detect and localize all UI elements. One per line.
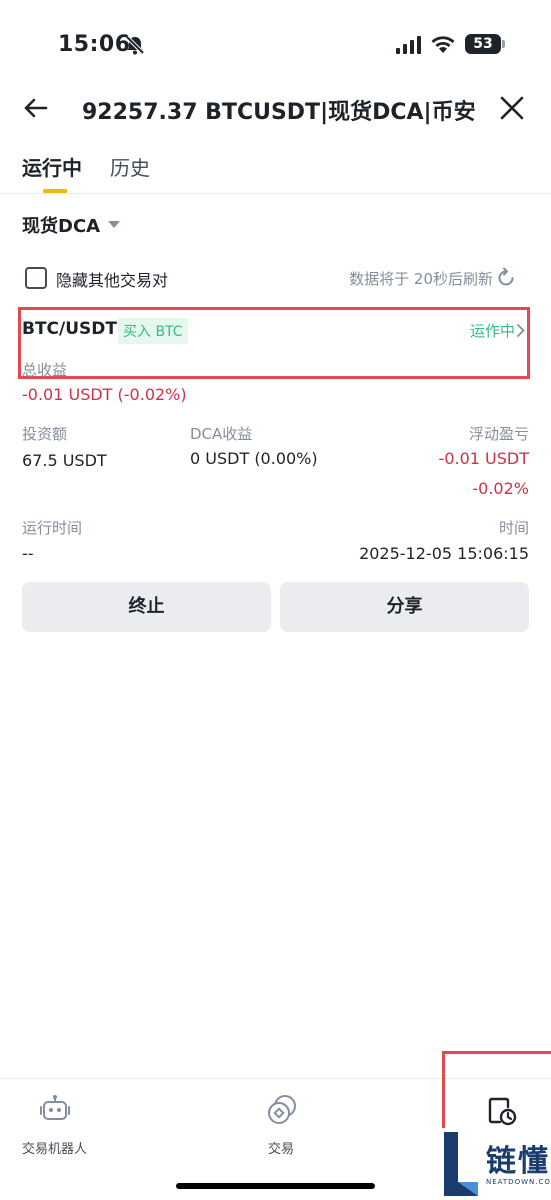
watermark-logo: 链懂 NEATDOWN.COM	[434, 1128, 551, 1200]
status-time: 15:06	[58, 32, 131, 57]
watermark-subtext: NEATDOWN.COM	[486, 1178, 551, 1186]
wifi-icon	[431, 36, 455, 53]
nav-header: 92257.37 BTCUSDT|现货DCA|币安	[0, 80, 551, 136]
share-button[interactable]: 分享	[280, 582, 529, 632]
strategy-filter-label: 现货DCA	[22, 216, 101, 237]
total-pnl-label: 总收益	[22, 361, 68, 379]
close-icon[interactable]	[498, 94, 526, 122]
runtime-value: --	[22, 544, 34, 563]
refresh-icon[interactable]	[495, 267, 517, 289]
nav-trading-bots-label[interactable]: 交易机器人	[22, 1138, 87, 1157]
dca-pnl-value: 0 USDT (0.00%)	[190, 449, 318, 468]
floating-pnl-value: -0.01 USDT	[438, 449, 529, 468]
investment-label: 投资额	[22, 425, 68, 443]
buy-side-badge: 买入 BTC	[118, 318, 188, 344]
status-bar: 15:06 53	[0, 0, 551, 90]
trading-pair: BTC/USDT	[22, 319, 117, 339]
back-arrow-icon[interactable]	[22, 94, 50, 122]
refresh-countdown-text: 数据将于 20秒后刷新	[349, 270, 493, 288]
investment-value: 67.5 USDT	[22, 451, 107, 470]
watermark-text: 链懂	[486, 1144, 550, 1179]
watermark-l-mark-icon	[444, 1132, 478, 1196]
floating-pnl-label: 浮动盈亏	[468, 425, 529, 443]
time-label: 时间	[498, 519, 529, 537]
tab-running[interactable]: 运行中	[22, 152, 82, 193]
nav-trade-label[interactable]: 交易	[268, 1138, 294, 1157]
battery-indicator: 53	[465, 34, 505, 54]
tab-bar: 运行中 历史	[0, 148, 551, 194]
running-status[interactable]: 运作中	[470, 320, 515, 341]
total-pnl-value: -0.01 USDT (-0.02%)	[22, 385, 187, 404]
tab-history[interactable]: 历史	[110, 152, 150, 181]
cellular-signal-icon	[396, 36, 421, 54]
hide-other-pairs-label[interactable]: 隐藏其他交易对	[56, 267, 168, 291]
strategy-filter-dropdown[interactable]: 现货DCA	[22, 212, 121, 238]
options-row: 隐藏其他交易对 数据将于 20秒后刷新	[22, 266, 529, 292]
time-value: 2025-12-05 15:06:15	[359, 544, 529, 563]
dca-pnl-label: DCA收益	[190, 425, 253, 443]
floating-pnl-percent: -0.02%	[472, 479, 529, 498]
stop-button[interactable]: 终止	[22, 582, 271, 632]
caret-down-icon	[108, 221, 121, 228]
trade-coins-icon[interactable]	[265, 1093, 299, 1127]
bell-muted-icon	[125, 35, 145, 55]
robot-icon[interactable]	[38, 1093, 72, 1127]
hide-other-pairs-checkbox[interactable]	[25, 267, 47, 289]
position-header[interactable]: BTC/USDT 买入 BTC 运作中	[22, 318, 529, 344]
chevron-right-icon	[517, 324, 525, 337]
runtime-label: 运行时间	[22, 519, 83, 537]
page-title: 92257.37 BTCUSDT|现货DCA|币安	[82, 100, 476, 125]
home-indicator	[176, 1183, 375, 1189]
